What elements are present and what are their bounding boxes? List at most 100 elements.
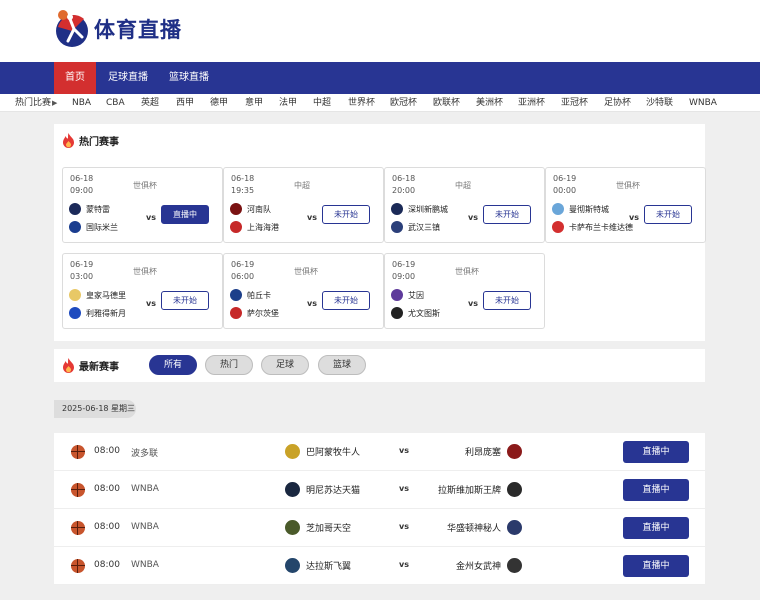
match-row[interactable]: 08:00 WNBA 达拉斯飞翼 vs 金州女武神 直播中: [54, 547, 705, 585]
league-link[interactable]: 美洲杯: [476, 94, 503, 112]
filter-football[interactable]: 足球: [261, 355, 309, 375]
league-link[interactable]: 世界杯: [348, 94, 375, 112]
home-team: 芝加哥天空: [285, 520, 351, 535]
team-logo-icon: [230, 307, 242, 319]
vs-label: vs: [468, 299, 478, 308]
live-button[interactable]: 直播中: [623, 479, 689, 501]
home-team-name: 深圳新鹏城: [408, 204, 448, 214]
league-link[interactable]: NBA: [72, 94, 91, 112]
match-datetime: 06-19 06:00: [231, 259, 254, 283]
team-logo-icon: [69, 307, 81, 319]
league-link[interactable]: 足协杯: [604, 94, 631, 112]
match-time: 08:00: [94, 560, 120, 570]
filter-all[interactable]: 所有: [149, 355, 197, 375]
hot-match-card[interactable]: 06-19 00:00 世俱杯 曼彻斯特城 卡萨布兰卡维达德 vs 未开始: [545, 167, 706, 243]
league-link[interactable]: 法甲: [279, 94, 297, 112]
hot-match-card[interactable]: 06-19 09:00 世俱杯 艾因 尤文图斯 vs 未开始: [384, 253, 545, 329]
away-team-name: 华盛顿神秘人: [446, 524, 501, 534]
league-link[interactable]: 意甲: [245, 94, 263, 112]
away-team: 金州女武神: [456, 558, 522, 573]
hot-match-card[interactable]: 06-18 19:35 中超 河南队 上海海港 vs 未开始: [223, 167, 384, 243]
match-time: 19:35: [231, 186, 255, 195]
away-team-name: 卡萨布兰卡维达德: [569, 222, 633, 232]
league-link[interactable]: 欧冠杯: [390, 94, 417, 112]
away-team-name: 尤文图斯: [408, 308, 440, 318]
vs-label: vs: [307, 299, 317, 308]
latest-matches-panel: 最新赛事 所有 热门 足球 篮球: [54, 349, 705, 382]
home-team-name: 蒙特雷: [86, 204, 110, 214]
match-row[interactable]: 08:00 波多联 巴阿蒙牧牛人 vs 利昂庞塞 直播中: [54, 433, 705, 471]
team-logo-icon: [391, 289, 403, 301]
home-team: 深圳新鹏城: [391, 203, 448, 215]
hot-match-card[interactable]: 06-19 03:00 世俱杯 皇家马德里 利雅得新月 vs 未开始: [62, 253, 223, 329]
match-status-button[interactable]: 未开始: [161, 291, 209, 310]
match-league: 世俱杯: [616, 181, 640, 190]
away-team: 拉斯维加斯王牌: [438, 482, 522, 497]
match-row[interactable]: 08:00 WNBA 芝加哥天空 vs 华盛顿神秘人 直播中: [54, 509, 705, 547]
match-league: WNBA: [131, 560, 159, 570]
logo-icon: [54, 9, 90, 49]
league-link[interactable]: 欧联杯: [433, 94, 460, 112]
latest-matches-header: 最新赛事: [62, 358, 119, 373]
chevron-right-icon: ▶: [52, 99, 58, 107]
home-team-name: 帕丘卡: [247, 290, 271, 300]
nav-item-home[interactable]: 首页: [54, 62, 96, 94]
team-logo-icon: [391, 221, 403, 233]
live-button[interactable]: 直播中: [623, 517, 689, 539]
team-logo-icon: [69, 289, 81, 301]
league-link[interactable]: 亚洲杯: [518, 94, 545, 112]
live-button[interactable]: 直播中: [623, 441, 689, 463]
away-team-name: 武汉三镇: [408, 222, 440, 232]
match-row[interactable]: 08:00 WNBA 明尼苏达天猫 vs 拉斯维加斯王牌 直播中: [54, 471, 705, 509]
hot-match-card[interactable]: 06-19 06:00 世俱杯 帕丘卡 萨尔茨堡 vs 未开始: [223, 253, 384, 329]
home-team-name: 芝加哥天空: [306, 524, 352, 534]
match-status-button[interactable]: 未开始: [322, 205, 370, 224]
filter-basketball[interactable]: 篮球: [318, 355, 366, 375]
team-logo-icon: [230, 289, 242, 301]
match-time: 09:00: [70, 186, 94, 195]
vs-label: vs: [629, 213, 639, 222]
league-link[interactable]: 英超: [141, 94, 159, 112]
filter-hot[interactable]: 热门: [205, 355, 253, 375]
league-link[interactable]: 沙特联: [646, 94, 673, 112]
hot-match-card[interactable]: 06-18 20:00 中超 深圳新鹏城 武汉三镇 vs 未开始: [384, 167, 545, 243]
fire-icon: [63, 133, 74, 148]
team-logo-icon: [285, 520, 300, 535]
vs-label: vs: [399, 560, 409, 569]
home-team-name: 巴阿蒙牧牛人: [306, 448, 361, 458]
hot-match-card[interactable]: 06-18 09:00 世俱杯 蒙特雷 国际米兰 vs 直播中: [62, 167, 223, 243]
team-logo-icon: [552, 203, 564, 215]
league-link[interactable]: 亚冠杯: [561, 94, 588, 112]
match-status-button[interactable]: 未开始: [644, 205, 692, 224]
league-link[interactable]: 中超: [313, 94, 331, 112]
match-status-button[interactable]: 直播中: [161, 205, 209, 224]
nav-item-football[interactable]: 足球直播: [108, 62, 148, 94]
nav-item-basketball[interactable]: 篮球直播: [169, 62, 209, 94]
league-link[interactable]: WNBA: [689, 94, 717, 112]
match-league: WNBA: [131, 484, 159, 494]
match-datetime: 06-18 20:00: [392, 173, 415, 197]
match-datetime: 06-19 00:00: [553, 173, 576, 197]
hot-leagues-label: 热门比赛: [15, 98, 52, 108]
league-link[interactable]: CBA: [106, 94, 125, 112]
league-link[interactable]: 德甲: [210, 94, 228, 112]
away-team: 华盛顿神秘人: [447, 520, 522, 535]
home-team-name: 达拉斯飞翼: [306, 562, 352, 572]
team-logo-icon: [552, 221, 564, 233]
main-nav: 首页 足球直播 篮球直播: [0, 62, 760, 94]
away-team-name: 利昂庞塞: [464, 448, 501, 458]
team-logo-icon: [285, 444, 300, 459]
home-team: 艾因: [391, 289, 424, 301]
team-logo-icon: [230, 221, 242, 233]
match-status-button[interactable]: 未开始: [322, 291, 370, 310]
match-status-button[interactable]: 未开始: [483, 291, 531, 310]
site-logo[interactable]: 体育直播: [54, 9, 182, 49]
match-date: 06-18: [231, 174, 255, 183]
match-status-button[interactable]: 未开始: [483, 205, 531, 224]
league-link[interactable]: 西甲: [176, 94, 194, 112]
match-date: 06-18: [70, 174, 94, 183]
match-league: WNBA: [131, 522, 159, 532]
site-header: 体育直播: [0, 0, 760, 62]
away-team: 尤文图斯: [391, 307, 440, 319]
live-button[interactable]: 直播中: [623, 555, 689, 577]
